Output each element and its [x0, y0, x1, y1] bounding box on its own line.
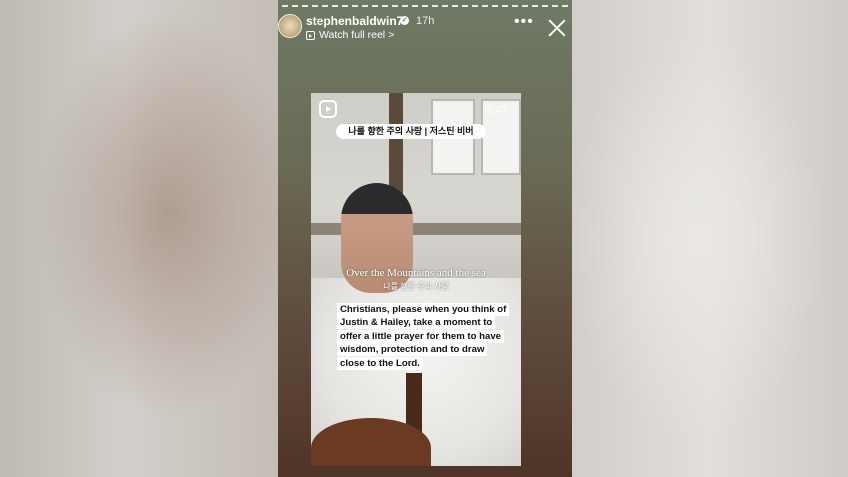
- watch-full-reel-link[interactable]: Watch full reel >: [319, 29, 394, 41]
- blurred-background-left: [0, 0, 278, 477]
- video-time: 0:43: [487, 105, 507, 116]
- post-time: 17h: [416, 15, 435, 27]
- close-icon[interactable]: [546, 17, 568, 39]
- lyric-caption-korean: 나를 향한 주의 사랑: [383, 282, 449, 291]
- reel-preview[interactable]: 0:43 나를 향한 주의 사랑 | 저스틴 비버 Over the Mount…: [311, 93, 521, 466]
- story-progress-bar: [282, 5, 568, 9]
- lyric-caption-english: Over the Mountains and the sea: [346, 267, 486, 279]
- reels-icon: [319, 100, 337, 118]
- watch-full-reel-label: Watch full reel: [319, 29, 386, 41]
- reels-icon: [306, 31, 315, 40]
- video-title-pill: 나를 향한 주의 사랑 | 저스틴 비버: [336, 124, 486, 139]
- username-link[interactable]: stephenbaldwin7: [306, 14, 403, 28]
- verified-badge-icon: ✓: [400, 16, 409, 25]
- more-options-icon[interactable]: •••: [514, 14, 534, 30]
- story-text-content: Christians, please when you think of Jus…: [337, 303, 510, 370]
- chevron-right-icon: >: [388, 29, 395, 41]
- story-text-overlay: Christians, please when you think of Jus…: [337, 303, 511, 370]
- blurred-background-right: [572, 0, 848, 477]
- profile-avatar[interactable]: [278, 14, 302, 38]
